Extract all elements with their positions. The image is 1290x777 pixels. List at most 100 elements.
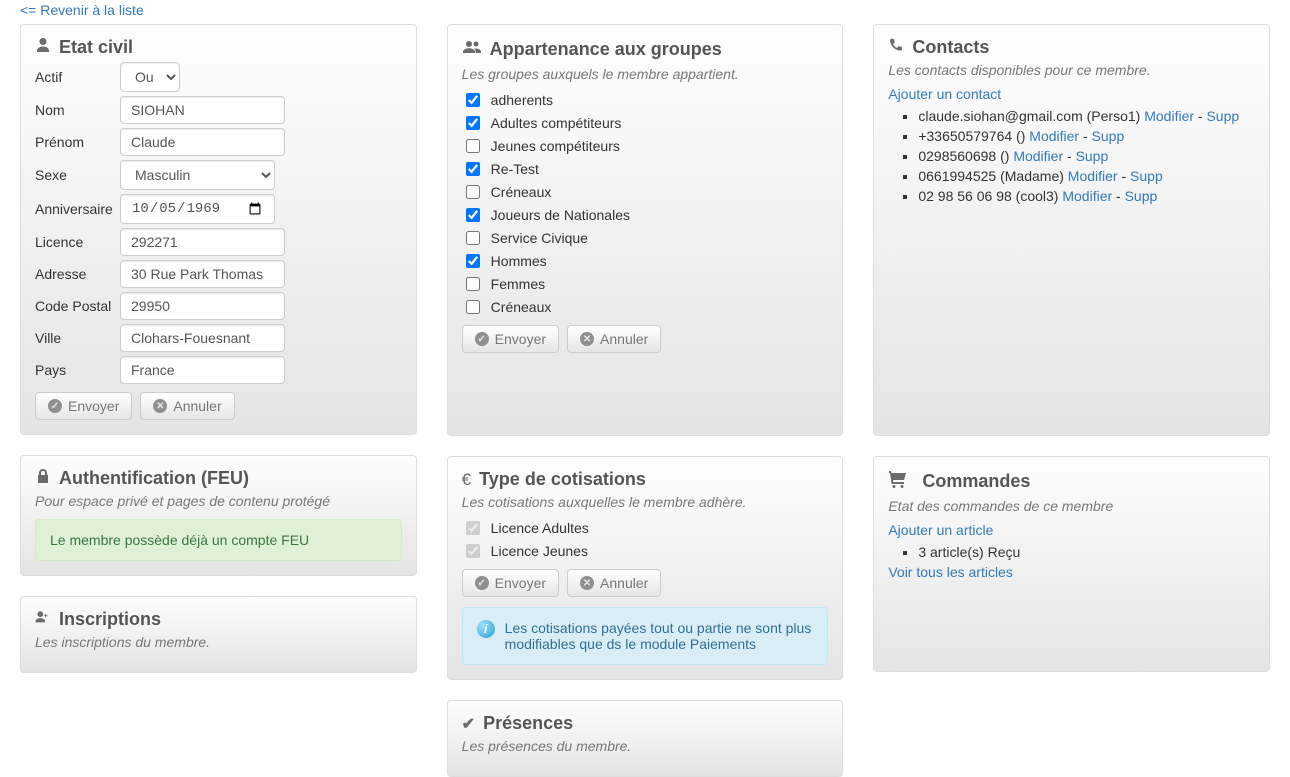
groups-cancel-button[interactable]: ✕ Annuler — [567, 325, 661, 353]
lock-icon — [35, 468, 51, 489]
panel-commandes: Commandes Etat des commandes de ce membr… — [873, 456, 1270, 672]
group-label: Joueurs de Nationales — [491, 207, 630, 223]
code-postal-input[interactable] — [120, 292, 285, 320]
user-plus-icon — [35, 609, 51, 630]
civil-submit-button[interactable]: ✓ Envoyer — [35, 392, 132, 420]
group-label: adherents — [491, 92, 553, 108]
add-article-link[interactable]: Ajouter un article — [888, 522, 993, 538]
back-link[interactable]: <= Revenir à la liste — [20, 0, 144, 24]
contact-modify-link[interactable]: Modifier — [1013, 148, 1063, 164]
group-checkbox[interactable] — [466, 185, 480, 199]
contact-value: 02 98 56 06 98 (cool3) — [918, 188, 1062, 204]
anniversaire-input[interactable] — [120, 194, 275, 224]
users-icon — [462, 37, 482, 62]
group-checkbox[interactable] — [466, 116, 480, 130]
group-label: Jeunes compétiteurs — [491, 138, 620, 154]
auth-success-alert: Le membre possède déjà un compte FEU — [35, 519, 402, 561]
panel-auth: Authentification (FEU) Pour espace privé… — [20, 455, 417, 576]
contact-item: 0661994525 (Madame) Modifier - Supp — [918, 168, 1255, 184]
cotisations-cancel-label: Annuler — [600, 575, 648, 591]
label-nom: Nom — [35, 102, 120, 118]
commandes-title: Commandes — [922, 471, 1030, 492]
group-checkbox[interactable] — [466, 300, 480, 314]
panel-title-auth: Authentification (FEU) — [35, 468, 402, 489]
group-item: Jeunes compétiteurs — [462, 136, 829, 156]
cotisations-cancel-button[interactable]: ✕ Annuler — [567, 569, 661, 597]
auth-title: Authentification (FEU) — [59, 468, 249, 489]
cotisation-checkbox — [466, 544, 480, 558]
label-prenom: Prénom — [35, 134, 120, 150]
check-circle-icon: ✓ — [475, 576, 489, 590]
group-checkbox[interactable] — [466, 231, 480, 245]
group-checkbox[interactable] — [466, 254, 480, 268]
label-actif: Actif — [35, 69, 120, 85]
group-checkbox[interactable] — [466, 93, 480, 107]
group-checkbox[interactable] — [466, 139, 480, 153]
group-item: Adultes compétiteurs — [462, 113, 829, 133]
group-label: Femmes — [491, 276, 545, 292]
view-all-articles-link[interactable]: Voir tous les articles — [888, 564, 1013, 580]
user-icon — [35, 37, 51, 58]
group-item: Créneaux — [462, 297, 829, 317]
groupes-title: Appartenance aux groupes — [490, 39, 722, 60]
cotisations-info-text: Les cotisations payées tout ou partie ne… — [505, 620, 814, 652]
commandes-subtitle: Etat des commandes de ce membre — [888, 498, 1255, 514]
group-item: adherents — [462, 90, 829, 110]
prenom-input[interactable] — [120, 128, 285, 156]
group-checkbox[interactable] — [466, 208, 480, 222]
contact-delete-link[interactable]: Supp — [1076, 148, 1109, 164]
panel-title-presences: Présences — [462, 713, 829, 734]
check-circle-icon: ✓ — [475, 332, 489, 346]
add-contact-link[interactable]: Ajouter un contact — [888, 86, 1001, 102]
civil-submit-label: Envoyer — [68, 398, 119, 414]
nom-input[interactable] — [120, 96, 285, 124]
licence-input[interactable] — [120, 228, 285, 256]
label-code-postal: Code Postal — [35, 298, 120, 314]
panel-etat-civil: Etat civil Actif Oui Nom Prénom Sexe — [20, 24, 417, 435]
contact-modify-link[interactable]: Modifier — [1068, 168, 1118, 184]
group-checkbox[interactable] — [466, 277, 480, 291]
group-label: Créneaux — [491, 299, 552, 315]
panel-title-contacts: Contacts — [888, 37, 1255, 58]
cotisations-title: Type de cotisations — [479, 469, 646, 490]
groups-submit-button[interactable]: ✓ Envoyer — [462, 325, 559, 353]
contact-value: 0661994525 (Madame) — [918, 168, 1067, 184]
cotisation-item: Licence Jeunes — [462, 541, 829, 561]
auth-subtitle: Pour espace privé et pages de contenu pr… — [35, 493, 402, 509]
x-circle-icon: ✕ — [153, 399, 167, 413]
panel-title-etat-civil: Etat civil — [35, 37, 402, 58]
pays-input[interactable] — [120, 356, 285, 384]
contact-modify-link[interactable]: Modifier — [1029, 128, 1079, 144]
panel-title-groupes: Appartenance aux groupes — [462, 37, 829, 62]
cotisation-label: Licence Jeunes — [491, 543, 588, 559]
label-pays: Pays — [35, 362, 120, 378]
contact-modify-link[interactable]: Modifier — [1062, 188, 1112, 204]
panel-cotisations: € Type de cotisations Les cotisations au… — [447, 456, 844, 680]
contact-delete-link[interactable]: Supp — [1130, 168, 1163, 184]
actif-select[interactable]: Oui — [120, 62, 180, 92]
ville-input[interactable] — [120, 324, 285, 352]
info-icon: i — [477, 620, 495, 638]
civil-cancel-button[interactable]: ✕ Annuler — [140, 392, 234, 420]
groups-submit-label: Envoyer — [495, 331, 546, 347]
contacts-title: Contacts — [912, 37, 989, 58]
etat-civil-title: Etat civil — [59, 37, 133, 58]
sexe-select[interactable]: Masculin — [120, 160, 275, 190]
cart-icon — [888, 469, 908, 494]
adresse-input[interactable] — [120, 260, 285, 288]
cotisations-submit-button[interactable]: ✓ Envoyer — [462, 569, 559, 597]
cotisations-info-alert: i Les cotisations payées tout ou partie … — [462, 607, 829, 665]
contact-delete-link[interactable]: Supp — [1092, 128, 1125, 144]
presences-subtitle: Les présences du membre. — [462, 738, 829, 754]
euro-icon: € — [462, 470, 471, 490]
contact-item: claude.siohan@gmail.com (Perso1) Modifie… — [918, 108, 1255, 124]
contact-delete-link[interactable]: Supp — [1125, 188, 1158, 204]
group-item: Créneaux — [462, 182, 829, 202]
contact-delete-link[interactable]: Supp — [1206, 108, 1239, 124]
cotisations-subtitle: Les cotisations auxquelles le membre adh… — [462, 494, 829, 510]
cotisations-submit-label: Envoyer — [495, 575, 546, 591]
group-checkbox[interactable] — [466, 162, 480, 176]
contact-value: claude.siohan@gmail.com (Perso1) — [918, 108, 1144, 124]
cotisation-checkbox — [466, 521, 480, 535]
contact-modify-link[interactable]: Modifier — [1144, 108, 1194, 124]
